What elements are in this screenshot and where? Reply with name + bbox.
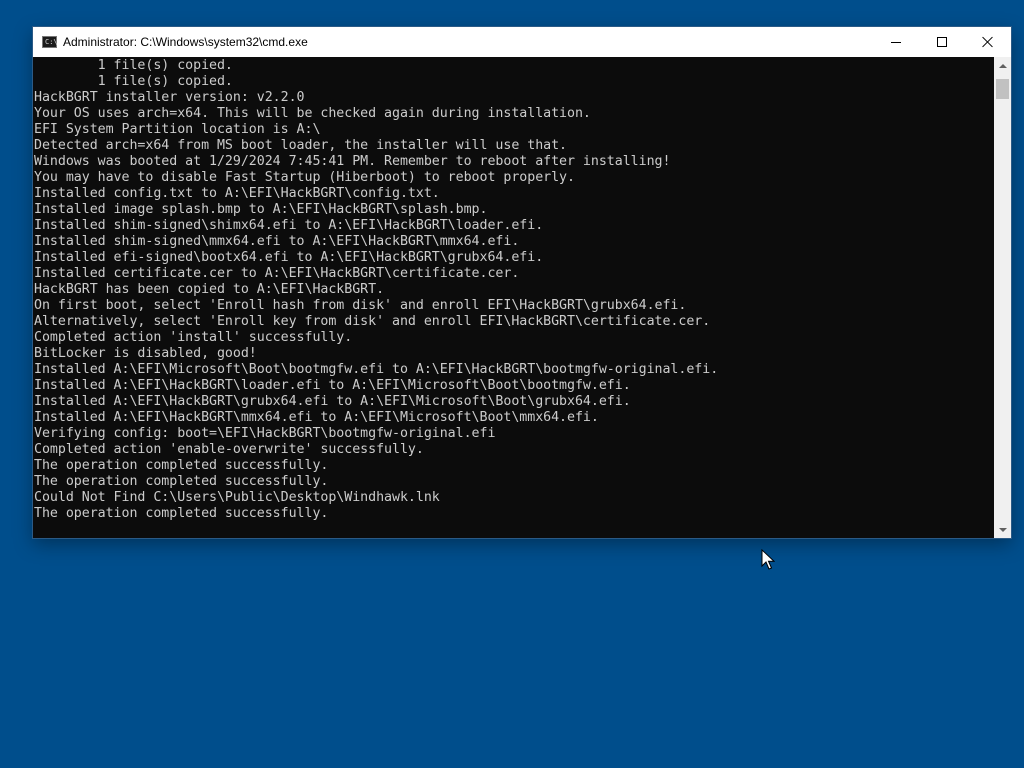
console-line: Installed shim-signed\mmx64.efi to A:\EF… [34,234,520,249]
console-line: The operation completed successfully. [34,506,329,521]
console-line: The operation completed successfully. [34,474,329,489]
console-line: On first boot, select 'Enroll hash from … [34,298,687,313]
maximize-icon [937,37,947,47]
console-line: Alternatively, select 'Enroll key from d… [34,314,711,329]
console-line: EFI System Partition location is A:\ [34,122,321,137]
icon-prompt-text: C:\ [45,38,58,46]
console-line: Completed action 'install' successfully. [34,330,353,345]
command-prompt-icon[interactable]: C:\ [42,36,58,48]
scroll-up-button[interactable] [994,57,1011,74]
mouse-pointer-icon [761,549,775,570]
close-button[interactable] [965,27,1011,57]
console-line: Installed A:\EFI\HackBGRT\mmx64.efi to A… [34,410,599,425]
console-line: Installed certificate.cer to A:\EFI\Hack… [34,266,520,281]
vertical-scrollbar[interactable] [994,57,1011,538]
console-line: Could Not Find C:\Users\Public\Desktop\W… [34,490,440,505]
console-line: Installed A:\EFI\HackBGRT\loader.efi to … [34,378,631,393]
console-line: Installed A:\EFI\Microsoft\Boot\bootmgfw… [34,362,719,377]
scroll-up-arrow-icon [998,63,1007,68]
console-line: Completed action 'enable-overwrite' succ… [34,442,424,457]
console-lines: 1 file(s) copied. 1 file(s) copied. HackB… [34,58,718,522]
scroll-down-arrow-icon [998,527,1007,532]
console-line: 1 file(s) copied. [34,58,233,73]
console-line: BitLocker is disabled, good! [34,346,257,361]
maximize-button[interactable] [919,27,965,57]
console-line: You may have to disable Fast Startup (Hi… [34,170,575,185]
console-line: Your OS uses arch=x64. This will be chec… [34,106,591,121]
console-line: Windows was booted at 1/29/2024 7:45:41 … [34,154,671,169]
scroll-down-button[interactable] [994,521,1011,538]
minimize-icon [891,41,901,43]
console-line: 1 file(s) copied. [34,74,233,89]
console-line: Installed efi-signed\bootx64.efi to A:\E… [34,250,544,265]
minimize-button[interactable] [873,27,919,57]
console-line: Installed shim-signed\shimx64.efi to A:\… [34,218,544,233]
title-bar[interactable]: C:\ Administrator: C:\Windows\system32\c… [33,27,1011,57]
cmd-window[interactable]: C:\ Administrator: C:\Windows\system32\c… [33,27,1011,538]
close-icon [982,36,994,48]
console-line: Verifying config: boot=\EFI\HackBGRT\boo… [34,426,496,441]
console-line: Installed image splash.bmp to A:\EFI\Hac… [34,202,488,217]
console-line: HackBGRT has been copied to A:\EFI\HackB… [34,282,385,297]
console-line: The operation completed successfully. [34,458,329,473]
console-line: Detected arch=x64 from MS boot loader, t… [34,138,568,153]
console-line: HackBGRT installer version: v2.2.0 [34,90,305,105]
console-output[interactable]: 1 file(s) copied. 1 file(s) copied. HackB… [33,57,994,538]
scroll-thumb[interactable] [996,79,1009,99]
desktop: C:\ Administrator: C:\Windows\system32\c… [0,0,1024,768]
console-line: Installed A:\EFI\HackBGRT\grubx64.efi to… [34,394,631,409]
window-title: Administrator: C:\Windows\system32\cmd.e… [63,35,308,49]
console-line: Installed config.txt to A:\EFI\HackBGRT\… [34,186,440,201]
